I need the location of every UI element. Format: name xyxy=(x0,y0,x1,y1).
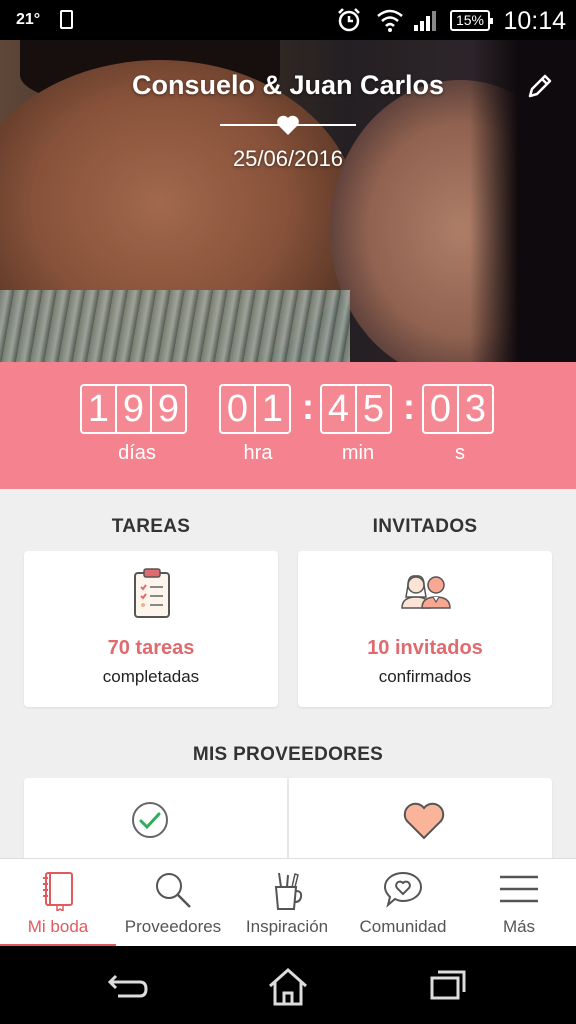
battery-icon: 15% xyxy=(450,10,493,31)
countdown-digit: 9 xyxy=(150,384,187,434)
status-bar: 21° 15% 10:14 xyxy=(0,0,576,40)
countdown-digit: 5 xyxy=(355,384,392,434)
countdown-minutes: 4 5 xyxy=(320,384,392,434)
tab-label: Más xyxy=(502,917,536,936)
phone-icon xyxy=(60,10,73,29)
tab-label: Inspiración xyxy=(245,917,329,936)
temperature: 21° xyxy=(16,11,41,28)
couple-photo-header: Consuelo & Juan Carlos 25/06/2016 xyxy=(0,40,576,362)
bottom-tab-bar: Mi boda Proveedores Inspiración Comunida… xyxy=(0,858,576,947)
countdown-seconds: 0 3 xyxy=(422,384,494,434)
countdown-separator: : xyxy=(302,386,314,427)
tab-label: Proveedores xyxy=(124,917,222,936)
invitados-title: INVITADOS xyxy=(372,516,478,537)
check-circle-icon xyxy=(132,802,168,838)
back-icon[interactable] xyxy=(106,966,152,1006)
countdown-hours: 0 1 xyxy=(219,384,291,434)
tab-comunidad[interactable]: Comunidad xyxy=(344,859,462,947)
countdown-label-hours: hra xyxy=(243,442,273,464)
countdown-label-minutes: min xyxy=(341,442,375,464)
tab-mi-boda[interactable]: Mi boda xyxy=(0,859,116,947)
countdown-digit: 9 xyxy=(115,384,152,434)
wedding-countdown: 1 9 9 0 1 : 4 5 : 0 3 días hra min s xyxy=(0,362,576,489)
invitados-count: 10 invitados xyxy=(367,637,483,659)
alarm-icon xyxy=(338,8,360,32)
tab-label: Mi boda xyxy=(27,917,89,936)
invitados-subtitle: confirmados xyxy=(378,667,472,686)
proveedores-title: MIS PROVEEDORES xyxy=(192,744,384,765)
countdown-digit: 1 xyxy=(254,384,291,434)
guests-couple-icon xyxy=(401,575,451,609)
countdown-separator: : xyxy=(403,386,415,427)
chat-heart-icon xyxy=(383,871,423,908)
signal-icon xyxy=(414,11,436,31)
heart-favorite-icon xyxy=(403,802,445,840)
invitados-card[interactable]: 10 invitados confirmados xyxy=(298,551,552,707)
couple-names: Consuelo & Juan Carlos xyxy=(131,70,445,100)
tab-label: Comunidad xyxy=(359,917,447,936)
tareas-subtitle: completadas xyxy=(102,667,200,686)
tareas-card[interactable]: 70 tareas completadas xyxy=(24,551,278,707)
recent-apps-icon[interactable] xyxy=(428,966,468,1006)
tab-inspiracion[interactable]: Inspiración xyxy=(230,859,344,947)
search-icon xyxy=(156,873,191,908)
notebook-icon xyxy=(43,872,73,911)
menu-icon xyxy=(500,875,538,903)
countdown-digit: 0 xyxy=(219,384,256,434)
tab-proveedores[interactable]: Proveedores xyxy=(116,859,230,947)
countdown-digit: 0 xyxy=(422,384,459,434)
countdown-days: 1 9 9 xyxy=(80,384,187,434)
wedding-date: 25/06/2016 xyxy=(232,146,344,171)
heart-icon xyxy=(277,115,299,135)
pencil-cup-icon xyxy=(274,872,303,910)
tareas-count: 70 tareas xyxy=(107,637,195,659)
clock: 10:14 xyxy=(503,7,566,35)
tareas-title: TAREAS xyxy=(111,516,191,537)
countdown-label-days: días xyxy=(118,442,156,464)
home-icon[interactable] xyxy=(266,966,310,1008)
countdown-digit: 1 xyxy=(80,384,117,434)
clipboard-checklist-icon xyxy=(134,568,170,618)
countdown-digit: 4 xyxy=(320,384,357,434)
wifi-icon xyxy=(377,9,403,32)
system-navigation-bar xyxy=(0,946,576,1024)
countdown-digit: 3 xyxy=(457,384,494,434)
tab-mas[interactable]: Más xyxy=(462,859,576,947)
edit-pencil-icon[interactable] xyxy=(524,70,556,102)
countdown-label-seconds: s xyxy=(455,442,465,464)
